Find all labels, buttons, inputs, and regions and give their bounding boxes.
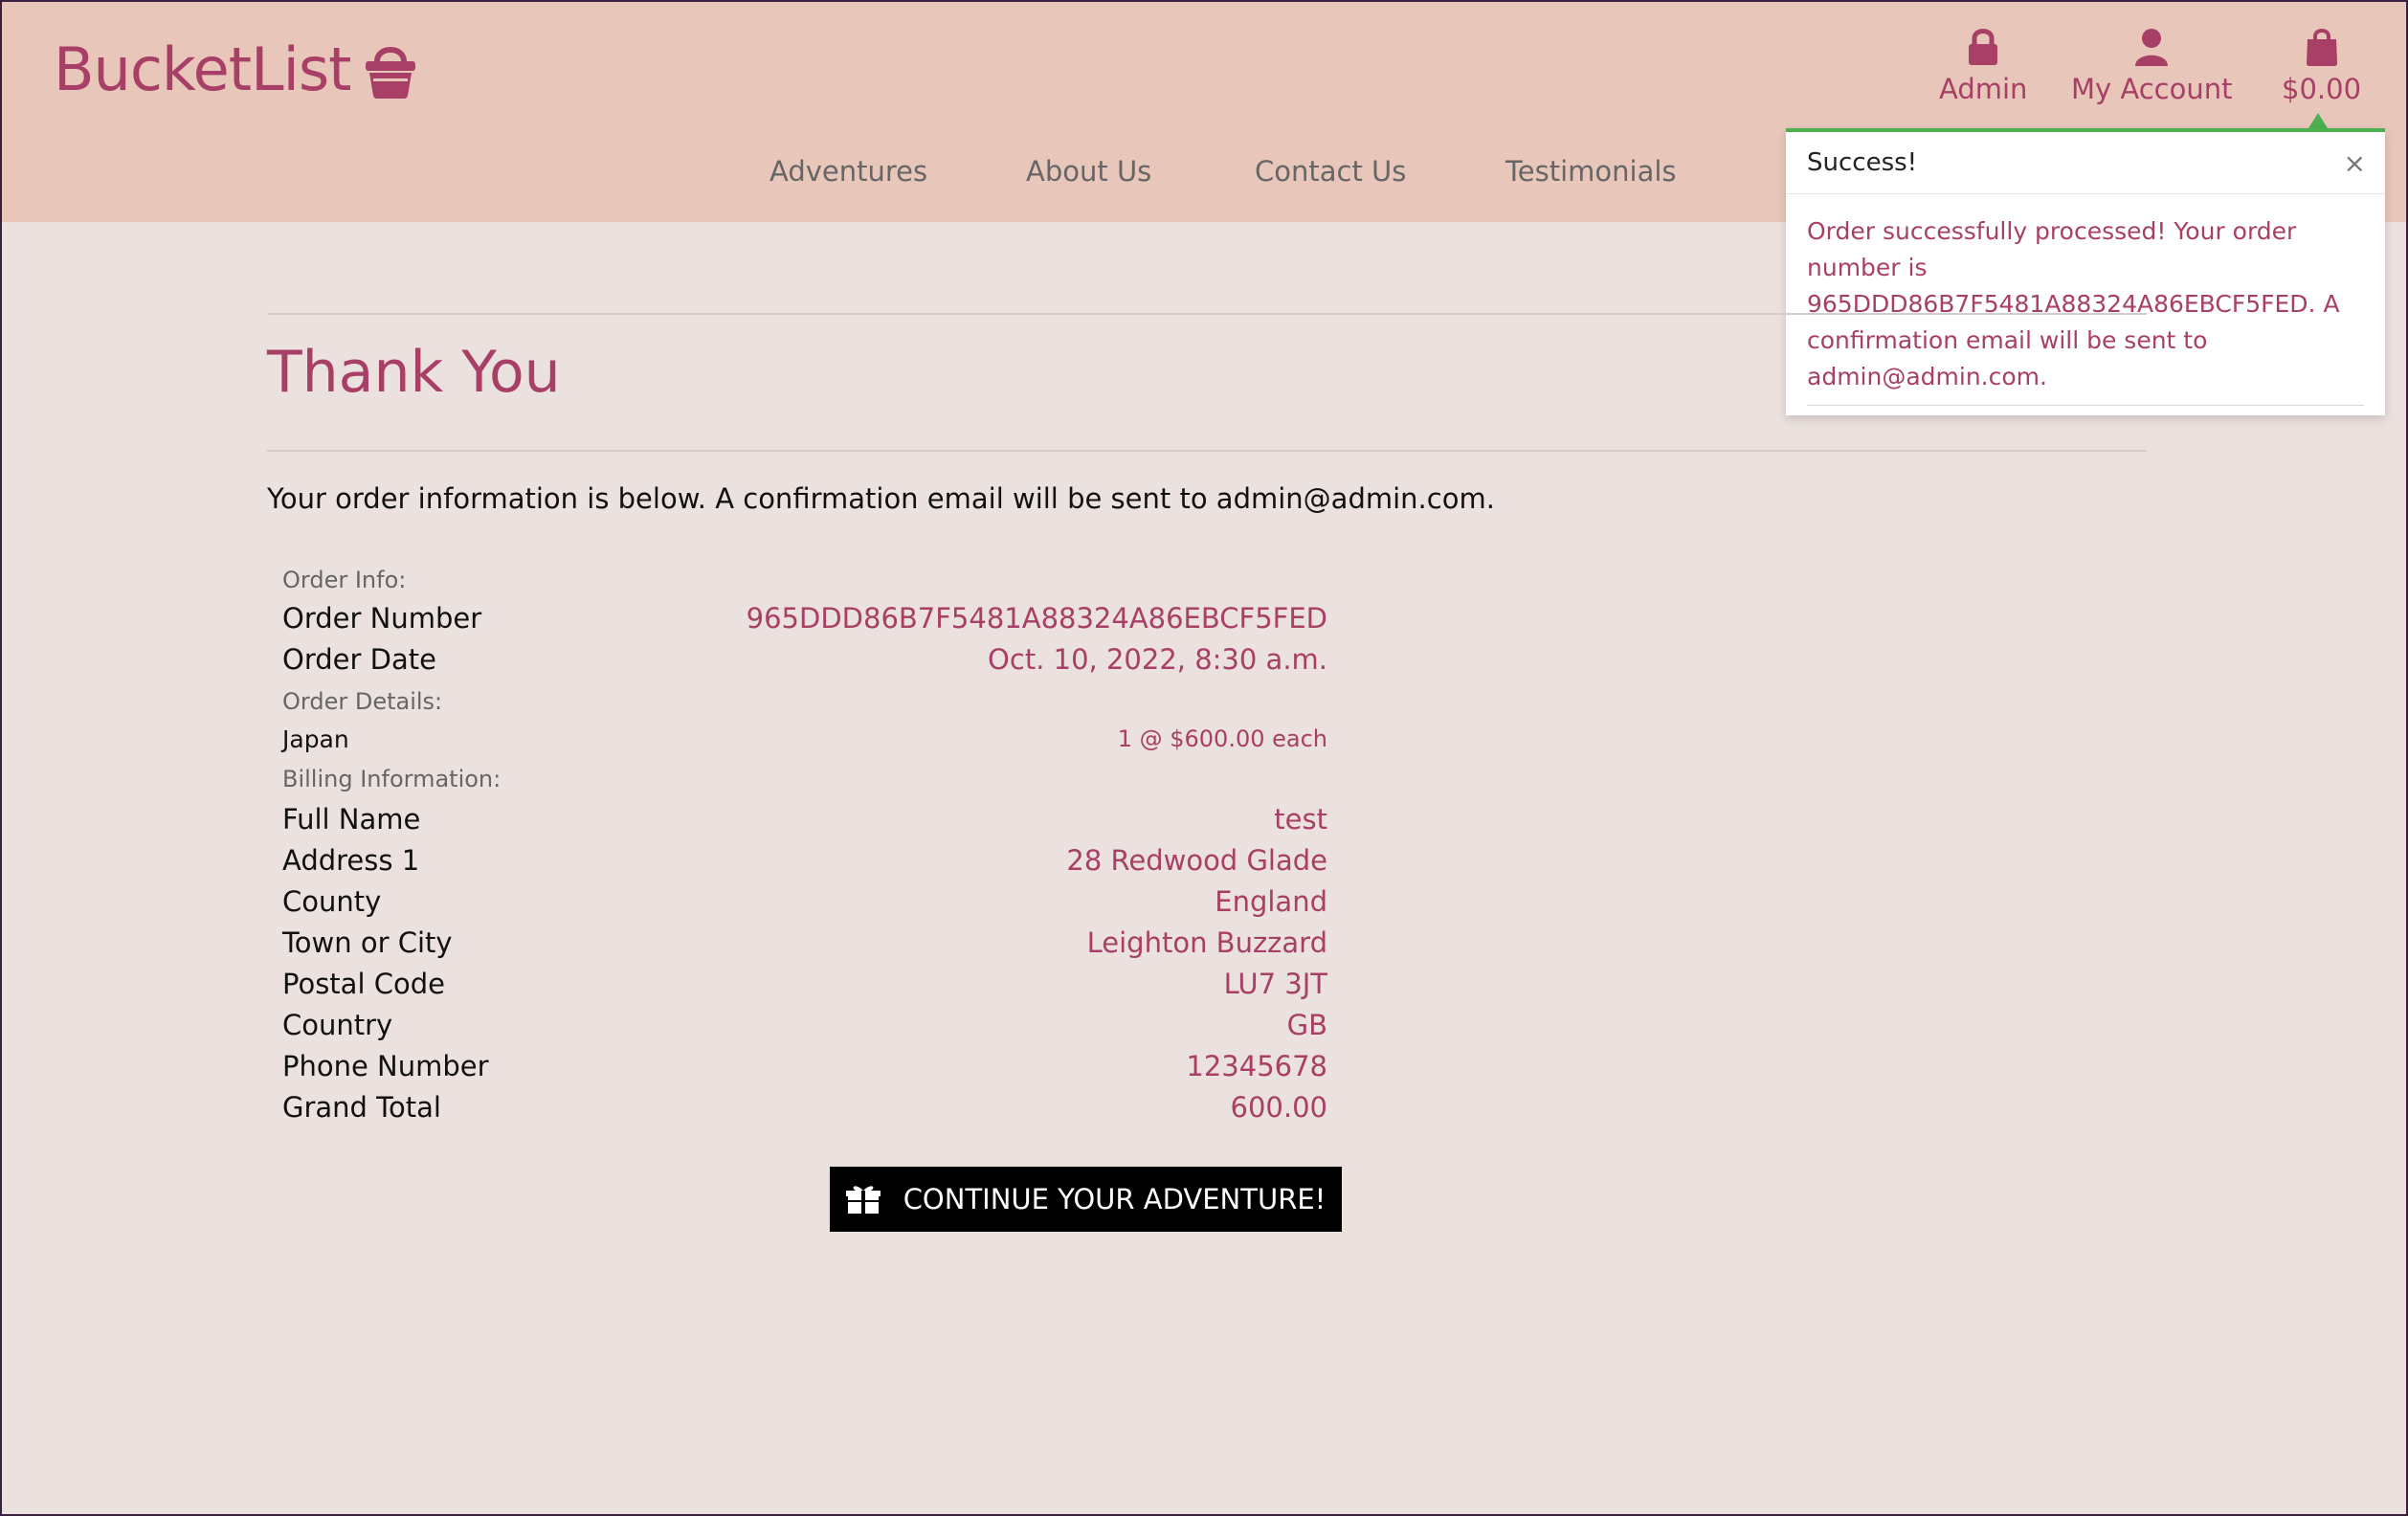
nav-testimonials[interactable]: Testimonials bbox=[1505, 155, 1677, 188]
success-toast: Success! × Order successfully processed!… bbox=[1786, 128, 2385, 415]
shopping-bag-link[interactable]: $0.00 bbox=[2282, 27, 2361, 105]
order-details-heading: Order Details: bbox=[282, 688, 443, 715]
billing-label: Town or City bbox=[282, 925, 453, 959]
order-number-value: 965DDD86B7F5481A88324A86EBCF5FED bbox=[746, 602, 1327, 635]
billing-value: Leighton Buzzard bbox=[1086, 925, 1327, 959]
item-quantity: 1 @ $600.00 each bbox=[1117, 725, 1327, 752]
billing-heading: Billing Information: bbox=[282, 766, 502, 792]
shopping-bag-icon bbox=[2306, 29, 2337, 66]
brand-name: BucketList bbox=[54, 34, 351, 104]
nav-adventures[interactable]: Adventures bbox=[769, 155, 927, 188]
toast-pointer bbox=[2308, 113, 2328, 128]
order-date-row: Order Date Oct. 10, 2022, 8:30 a.m. bbox=[282, 639, 1327, 680]
billing-label: Full Name bbox=[282, 802, 421, 836]
billing-row: Address 1 28 Redwood Glade bbox=[282, 839, 1327, 881]
nav-about-us[interactable]: About Us bbox=[1026, 155, 1151, 188]
order-summary: Order Info: Order Number 965DDD86B7F5481… bbox=[282, 567, 1327, 1127]
item-name: Japan bbox=[282, 725, 349, 753]
order-info-heading: Order Info: bbox=[282, 567, 407, 593]
confirmation-text: Your order information is below. A confi… bbox=[267, 482, 1495, 515]
divider-top bbox=[267, 313, 2147, 315]
order-number-label: Order Number bbox=[282, 602, 482, 635]
toast-message: Order successfully processed! Your order… bbox=[1807, 217, 2340, 390]
billing-label: Phone Number bbox=[282, 1049, 489, 1082]
toast-header: Success! × bbox=[1786, 132, 2385, 194]
billing-row: Postal Code LU7 3JT bbox=[282, 963, 1327, 1004]
order-number-row: Order Number 965DDD86B7F5481A88324A86EBC… bbox=[282, 597, 1327, 639]
gift-icon bbox=[845, 1186, 881, 1214]
billing-value: 12345678 bbox=[1186, 1049, 1327, 1082]
lock-icon bbox=[1969, 29, 1998, 65]
billing-value: England bbox=[1215, 884, 1327, 918]
my-account-label: My Account bbox=[2071, 73, 2233, 105]
brand-logo[interactable]: BucketList bbox=[54, 34, 417, 104]
page: BucketList Admin My Account $0.00 Advent… bbox=[0, 0, 2408, 1516]
billing-row: Phone Number 12345678 bbox=[282, 1045, 1327, 1086]
billing-value: 600.00 bbox=[1230, 1090, 1327, 1124]
admin-label: Admin bbox=[1939, 73, 2028, 105]
order-item-row: Japan 1 @ $600.00 each bbox=[282, 718, 1327, 760]
billing-label: Country bbox=[282, 1008, 393, 1041]
billing-label: Address 1 bbox=[282, 843, 420, 877]
billing-list: Full Name test Address 1 28 Redwood Glade Co… bbox=[282, 798, 1327, 1127]
billing-row: Country GB bbox=[282, 1004, 1327, 1045]
close-icon[interactable]: × bbox=[2344, 147, 2366, 179]
order-date-label: Order Date bbox=[282, 643, 436, 676]
billing-row: County England bbox=[282, 881, 1327, 922]
header-actions: Admin My Account $0.00 bbox=[1832, 27, 2406, 113]
order-date-value: Oct. 10, 2022, 8:30 a.m. bbox=[988, 643, 1327, 676]
billing-value: test bbox=[1274, 802, 1327, 836]
billing-row: Grand Total 600.00 bbox=[282, 1086, 1327, 1127]
billing-label: Postal Code bbox=[282, 967, 445, 1000]
billing-row: Town or City Leighton Buzzard bbox=[282, 922, 1327, 963]
admin-link[interactable]: Admin bbox=[1939, 27, 2027, 105]
toast-divider bbox=[1807, 405, 2364, 406]
bag-total: $0.00 bbox=[2282, 73, 2362, 105]
basket-icon bbox=[366, 46, 416, 99]
billing-value: 28 Redwood Glade bbox=[1066, 843, 1327, 877]
user-icon bbox=[2135, 29, 2169, 66]
billing-label: Grand Total bbox=[282, 1090, 441, 1124]
continue-adventure-button[interactable]: CONTINUE YOUR ADVENTURE! bbox=[830, 1167, 1342, 1232]
continue-label: CONTINUE YOUR ADVENTURE! bbox=[903, 1183, 1327, 1215]
toast-title: Success! bbox=[1807, 148, 1918, 177]
billing-row: Full Name test bbox=[282, 798, 1327, 839]
page-title: Thank You bbox=[267, 339, 561, 406]
divider-middle bbox=[267, 450, 2147, 452]
billing-label: County bbox=[282, 884, 382, 918]
nav-contact-us[interactable]: Contact Us bbox=[1255, 155, 1406, 188]
my-account-link[interactable]: My Account bbox=[2071, 27, 2233, 105]
billing-value: LU7 3JT bbox=[1223, 967, 1327, 1000]
billing-value: GB bbox=[1286, 1008, 1327, 1041]
